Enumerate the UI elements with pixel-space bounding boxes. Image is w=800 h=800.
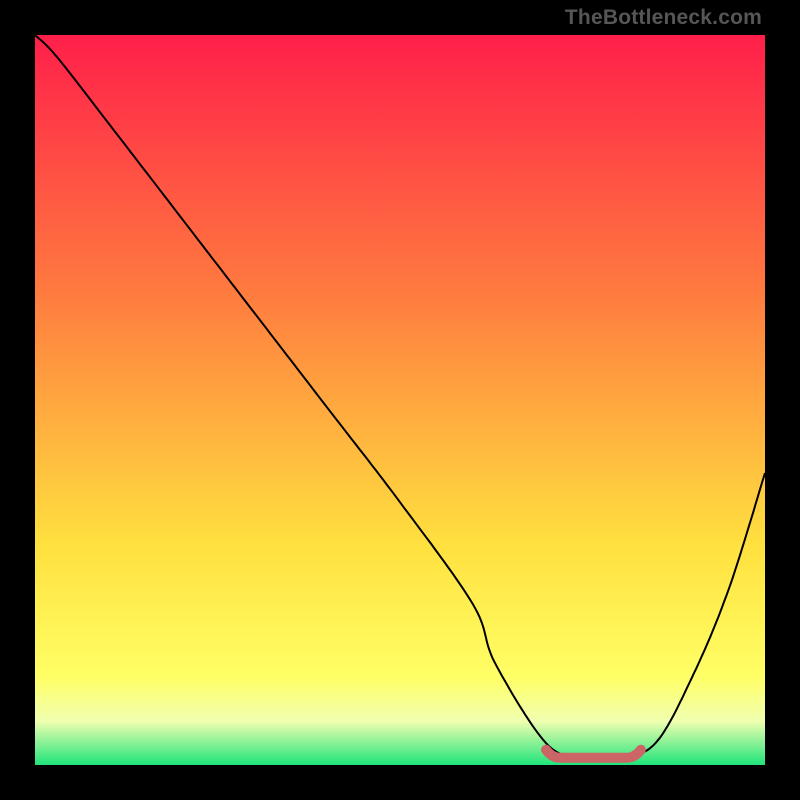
chart-frame: TheBottleneck.com [0,0,800,800]
plot-area [35,35,765,765]
bottleneck-curve [35,35,765,765]
watermark-text: TheBottleneck.com [565,6,762,30]
curve-line [35,35,765,760]
optimal-marker [546,750,641,758]
